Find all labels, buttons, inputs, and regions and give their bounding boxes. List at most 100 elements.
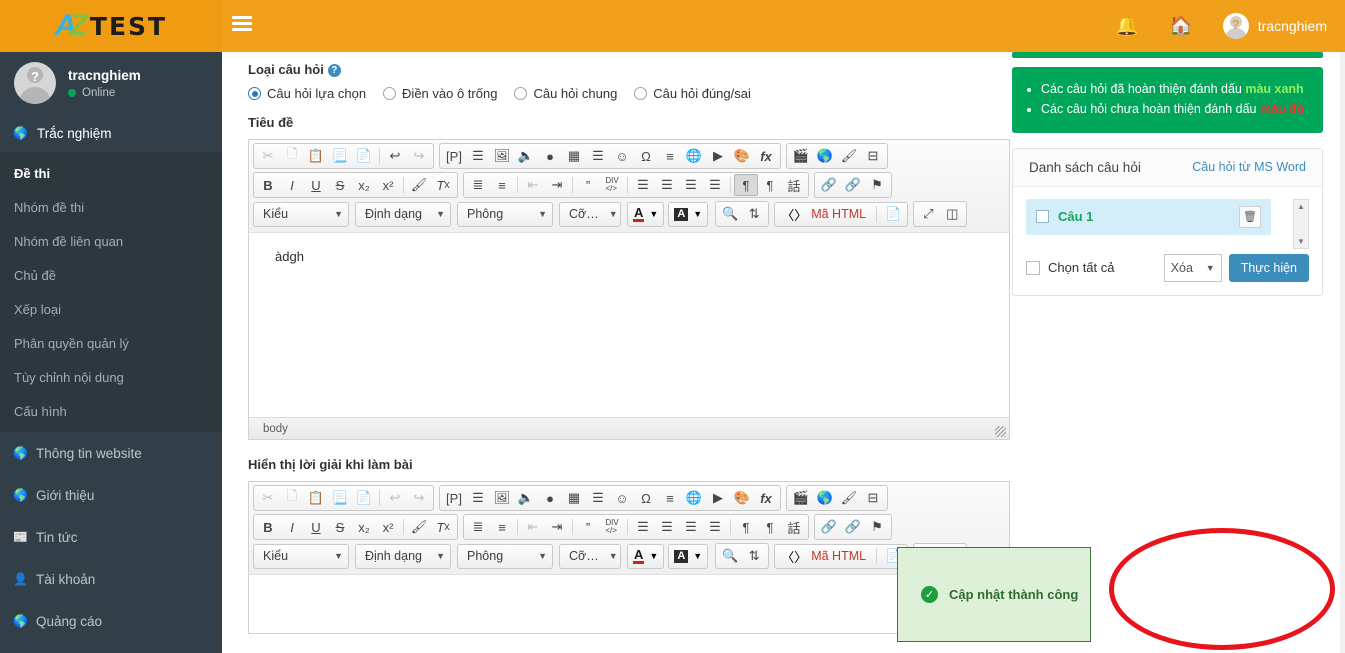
radio-cau-hoi-dung-sai[interactable]: Câu hỏi đúng/sai — [634, 86, 751, 101]
cut-icon[interactable]: ✂ — [256, 487, 280, 509]
sidebar-item-phan-quyen-quan-ly[interactable]: Phân quyền quản lý — [0, 326, 222, 360]
paint-icon[interactable]: 🎨 — [730, 145, 754, 167]
format-combo[interactable]: Định dạng ▼ — [355, 543, 451, 569]
horizontal-rule-icon[interactable]: ☰ — [586, 145, 610, 167]
scroll-up-icon[interactable]: ▲ — [1297, 202, 1305, 211]
help-icon[interactable]: ? — [327, 64, 341, 77]
bold-icon[interactable]: B — [256, 174, 280, 196]
title-editor-body[interactable]: àdgh — [249, 233, 1009, 417]
align-left-icon[interactable]: ☰ — [631, 174, 655, 196]
ltr-direction-icon[interactable]: ¶ — [734, 174, 758, 196]
paste-from-word-icon[interactable]: 📄 — [352, 487, 376, 509]
templates-icon[interactable]: ☰ — [466, 145, 490, 167]
flash-icon[interactable]: ● — [538, 487, 562, 509]
page-break-icon[interactable]: [P] — [442, 145, 466, 167]
find-icon[interactable]: 🔍 — [718, 545, 742, 567]
underline-icon[interactable]: U — [304, 516, 328, 538]
italic-icon[interactable]: I — [280, 516, 304, 538]
movie-icon[interactable]: 🎬 — [789, 487, 813, 509]
subscript-icon[interactable]: x₂ — [352, 516, 376, 538]
paste-as-text-icon[interactable]: 📃 — [328, 145, 352, 167]
superscript-icon[interactable]: x² — [376, 174, 400, 196]
question-checkbox[interactable] — [1036, 210, 1049, 224]
replace-icon[interactable]: ⇅ — [742, 545, 766, 567]
bulleted-list-icon[interactable]: ≡ — [490, 174, 514, 196]
styles-combo[interactable]: Kiểu ▼ — [253, 543, 349, 569]
delete-icon[interactable]: 🗑 — [1239, 205, 1261, 228]
hamburger-icon[interactable] — [232, 16, 252, 34]
world-icon[interactable]: 🌎 — [813, 145, 837, 167]
ltr-direction-icon[interactable]: ¶ — [734, 516, 758, 538]
iframe-icon[interactable]: 🌐 — [682, 145, 706, 167]
explanation-editor-body[interactable] — [249, 575, 1009, 633]
text-color-button[interactable]: A ▼ — [627, 543, 665, 569]
paste-icon[interactable]: 📋 — [304, 487, 328, 509]
paint-icon[interactable]: 🎨 — [730, 487, 754, 509]
world-icon[interactable]: 🌎 — [813, 487, 837, 509]
smiley-icon[interactable]: ☺ — [610, 145, 634, 167]
replace-icon[interactable]: ⇅ — [742, 203, 766, 225]
brush-icon[interactable]: 🖌 — [837, 487, 861, 509]
radio-cau-hoi-lua-chon[interactable]: Câu hỏi lựa chọn — [248, 86, 366, 101]
smiley-icon[interactable]: ☺ — [610, 487, 634, 509]
sidebar-item-menu-site[interactable]: 🌎 Menu Site — [0, 642, 222, 653]
blockquote-icon[interactable]: ” — [576, 516, 600, 538]
rtl-direction-icon[interactable]: ¶ — [758, 516, 782, 538]
special-char-icon[interactable]: Ω — [634, 145, 658, 167]
undo-icon[interactable]: ↩ — [383, 145, 407, 167]
execute-button[interactable]: Thực hiện — [1228, 253, 1309, 282]
math-formula-icon[interactable]: fx — [754, 145, 778, 167]
templates-icon[interactable]: ☰ — [466, 487, 490, 509]
sidebar-item-tai-khoan[interactable]: 👤 Tài khoản — [0, 558, 222, 600]
text-color-button[interactable]: A ▼ — [627, 201, 665, 227]
source-html-button[interactable]: 〈〉 Mã HTML 📄 — [774, 201, 909, 227]
sidebar-item-chu-de[interactable]: Chủ đề — [0, 258, 222, 292]
language-icon[interactable]: 話 — [782, 516, 806, 538]
sidebar-item-quang-cao[interactable]: 🌎 Quảng cáo — [0, 600, 222, 642]
align-justify-icon[interactable]: ☰ — [703, 516, 727, 538]
sidebar-item-tuy-chinh-noi-dung[interactable]: Tùy chỉnh nội dung — [0, 360, 222, 394]
flash-icon[interactable]: ● — [538, 145, 562, 167]
numbered-list-icon[interactable]: ≣ — [466, 516, 490, 538]
page-break-line-icon[interactable]: ≡ — [658, 145, 682, 167]
radio-cau-hoi-chung[interactable]: Câu hỏi chung — [514, 86, 617, 101]
page-break-line-icon[interactable]: ≡ — [658, 487, 682, 509]
rtl-direction-icon[interactable]: ¶ — [758, 174, 782, 196]
audio-icon[interactable]: 🔈 — [514, 487, 538, 509]
radio-dien-vao-o-trong[interactable]: Điền vào ô trống — [383, 86, 497, 101]
sidebar-avatar[interactable]: ? — [14, 62, 56, 104]
list-item[interactable]: Câu 1 🗑 — [1026, 198, 1271, 235]
paste-as-text-icon[interactable]: 📃 — [328, 487, 352, 509]
app-logo[interactable]: A Z TEST — [0, 0, 222, 52]
strikethrough-icon[interactable]: S — [328, 516, 352, 538]
image-icon[interactable]: 🖼 — [490, 145, 514, 167]
avatar[interactable]: ? — [1222, 13, 1249, 39]
redo-icon[interactable]: ↪ — [407, 145, 431, 167]
special-char-icon[interactable]: Ω — [634, 487, 658, 509]
font-combo[interactable]: Phông ▼ — [457, 543, 553, 569]
sidebar-section-tracnghiem[interactable]: 🌎 Trắc nghiệm — [0, 114, 222, 152]
redo-icon[interactable]: ↪ — [407, 487, 431, 509]
align-right-icon[interactable]: ☰ — [679, 516, 703, 538]
unlink-icon[interactable]: 🔗 — [841, 516, 865, 538]
top-username[interactable]: tracnghiem — [1258, 18, 1327, 34]
sidebar-item-thong-tin-website[interactable]: 🌎 Thông tin website — [0, 432, 222, 474]
preview-icon[interactable]: 📄 — [885, 206, 901, 222]
source-html-button[interactable]: 〈〉 Mã HTML 📄 — [774, 543, 909, 569]
fontsize-combo[interactable]: Cỡ… ▼ — [559, 201, 621, 227]
table-icon[interactable]: ▦ — [562, 145, 586, 167]
link-icon[interactable]: 🔗 — [817, 516, 841, 538]
sidebar-item-nhom-de-thi[interactable]: Nhóm đề thi — [0, 190, 222, 224]
language-icon[interactable]: 話 — [782, 174, 806, 196]
paste-from-word-icon[interactable]: 📄 — [352, 145, 376, 167]
anchor-icon[interactable]: ⚑ — [865, 516, 889, 538]
italic-icon[interactable]: I — [280, 174, 304, 196]
styles-combo[interactable]: Kiểu ▼ — [253, 201, 349, 227]
brush-icon[interactable]: 🖌 — [837, 145, 861, 167]
bell-icon[interactable]: 🔔 — [1115, 17, 1139, 36]
increase-indent-icon[interactable]: ⇥ — [545, 516, 569, 538]
remove-format-icon[interactable]: Tx — [431, 516, 455, 538]
underline-icon[interactable]: U — [304, 174, 328, 196]
copy-icon[interactable]: 🗋 — [280, 145, 304, 167]
superscript-icon[interactable]: x² — [376, 516, 400, 538]
